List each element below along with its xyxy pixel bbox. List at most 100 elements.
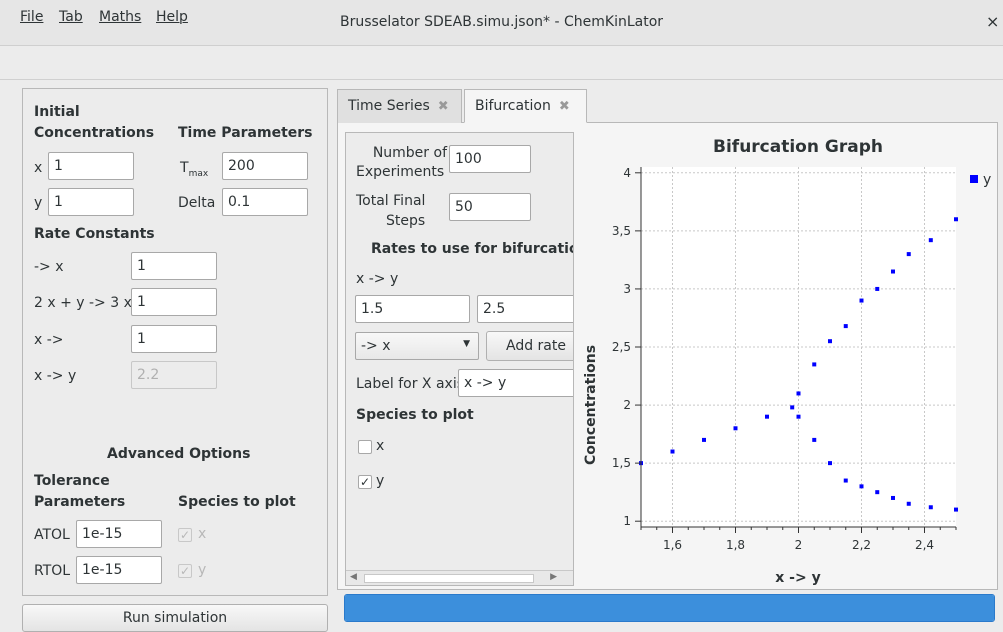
num-experiments-label-2: Experiments xyxy=(356,164,445,180)
data-point xyxy=(891,269,895,274)
data-point xyxy=(733,426,738,431)
initial-concentrations-heading-2: Concentrations xyxy=(34,125,155,141)
horizontal-scrollbar[interactable]: ◀ ▶ xyxy=(346,570,573,585)
progress-bar xyxy=(344,594,995,622)
tmax-input[interactable]: 200 xyxy=(222,152,308,180)
total-final-steps-label: Total Final xyxy=(356,193,426,209)
x-tick-label: 1,8 xyxy=(726,538,745,552)
data-point xyxy=(859,484,864,489)
x-label: x xyxy=(34,160,43,176)
close-icon[interactable]: ✖ xyxy=(559,99,570,114)
y-tick-label: 1,5 xyxy=(612,456,631,470)
y-tick-label: 2,5 xyxy=(612,340,631,354)
species-x-label: x xyxy=(376,438,385,454)
data-point xyxy=(928,238,933,243)
species-y-checkbox: ✓ xyxy=(178,564,192,578)
initial-concentrations-heading: Initial xyxy=(34,104,80,120)
bifurcation-chart: Bifurcation Graph 1,6 1,8 2 2,2 2,4 1 1,5 2 2,5 3… xyxy=(583,137,991,586)
species-y-label: y xyxy=(198,562,207,578)
rates-bifurcation-heading: Rates to use for bifurcation xyxy=(371,241,574,257)
data-point xyxy=(812,437,817,442)
data-point xyxy=(790,405,795,410)
species-x-checkbox: ✓ xyxy=(178,528,192,542)
data-point xyxy=(859,298,864,303)
data-point xyxy=(906,501,911,506)
data-point xyxy=(843,478,848,483)
menu-help[interactable]: Help xyxy=(156,9,188,25)
add-rate-button[interactable]: Add rate xyxy=(486,331,573,361)
legend-swatch xyxy=(970,175,978,183)
y-tick-label: 4 xyxy=(623,166,631,180)
chart-title: Bifurcation Graph xyxy=(713,137,883,157)
rtol-input[interactable]: 1e-15 xyxy=(76,556,162,584)
data-point xyxy=(843,324,848,329)
run-simulation-button[interactable]: Run simulation xyxy=(22,604,328,632)
close-icon[interactable]: ✖ xyxy=(438,99,449,114)
menu-file[interactable]: File xyxy=(20,9,43,25)
x-tick-label: 2,4 xyxy=(915,538,934,552)
rate-input[interactable]: 1 xyxy=(131,325,217,353)
atol-input[interactable]: 1e-15 xyxy=(76,520,162,548)
tab-time-series[interactable]: Time Series ✖ xyxy=(337,89,462,123)
rate-input[interactable]: 1 xyxy=(131,252,217,280)
delta-label: Delta xyxy=(178,195,216,211)
data-point xyxy=(828,339,832,344)
species-x-checkbox[interactable] xyxy=(358,440,372,454)
species-x-label: x xyxy=(198,526,207,542)
rate-input[interactable]: 1 xyxy=(131,288,217,316)
progress-fill xyxy=(345,595,994,621)
x-axis-label: x -> y xyxy=(775,570,820,586)
data-point xyxy=(765,414,769,419)
data-point xyxy=(928,505,933,510)
menu-tab[interactable]: Tab xyxy=(59,9,83,25)
rate-label: -> x xyxy=(34,259,64,275)
rate-to-input[interactable]: 2.5 xyxy=(477,295,573,323)
bifurcation-settings: Number of Experiments 100 Total Final St… xyxy=(345,132,574,586)
rate-select[interactable]: -> x ▼ xyxy=(355,332,479,360)
y-axis-label: Concentrations xyxy=(583,345,599,465)
data-point xyxy=(796,391,801,396)
atol-label: ATOL xyxy=(34,527,70,543)
rtol-label: RTOL xyxy=(34,563,71,579)
close-icon[interactable]: × xyxy=(986,12,999,31)
menu-maths[interactable]: Maths xyxy=(99,9,141,25)
num-experiments-label: Number of xyxy=(372,145,447,161)
time-parameters-heading: Time Parameters xyxy=(178,125,313,141)
tolerance-heading-2: Parameters xyxy=(34,494,126,510)
species-y-checkbox[interactable]: ✓ xyxy=(358,475,372,489)
delta-input[interactable]: 0.1 xyxy=(222,188,308,216)
rate-from-input[interactable]: 1.5 xyxy=(355,295,470,323)
total-final-steps-input[interactable]: 50 xyxy=(449,193,531,221)
x-tick-label: 2 xyxy=(795,538,803,552)
num-experiments-input[interactable]: 100 xyxy=(449,145,531,173)
data-point xyxy=(891,495,895,500)
species-to-plot-heading: Species to plot xyxy=(178,494,296,510)
x-tick-label: 1,6 xyxy=(663,538,682,552)
data-point xyxy=(875,286,880,291)
x-tick-label: 2,2 xyxy=(852,538,871,552)
window-title: Brusselator SDEAB.simu.json* - ChemKinLa… xyxy=(339,14,664,30)
species-heading: Species to plot xyxy=(356,407,474,423)
data-point xyxy=(796,414,801,419)
y-tick-label: 2 xyxy=(623,398,631,412)
data-point xyxy=(670,449,675,454)
y-label: y xyxy=(34,195,43,211)
rate-label: x -> y xyxy=(34,368,77,384)
scrollbar-thumb[interactable] xyxy=(364,574,534,583)
data-point xyxy=(812,362,817,367)
tmax-label: Tmax xyxy=(180,160,209,179)
x-initial-input[interactable]: 1 xyxy=(48,152,134,180)
y-initial-input[interactable]: 1 xyxy=(48,188,134,216)
rate-label: 2 x + y -> 3 x xyxy=(34,295,132,311)
scroll-left-icon[interactable]: ◀ xyxy=(350,572,357,582)
tab-bifurcation[interactable]: Bifurcation ✖ xyxy=(464,89,587,123)
rate-input-disabled: 2.2 xyxy=(131,361,217,389)
chart-grid xyxy=(641,167,956,527)
scroll-right-icon[interactable]: ▶ xyxy=(550,572,557,582)
y-tick-label: 3,5 xyxy=(612,224,631,238)
data-point xyxy=(875,490,880,495)
chevron-down-icon: ▼ xyxy=(463,339,470,349)
label-x-axis-input[interactable]: x -> y xyxy=(458,369,573,397)
rate-label: x -> xyxy=(34,332,64,348)
y-tick-label: 1 xyxy=(623,514,631,528)
